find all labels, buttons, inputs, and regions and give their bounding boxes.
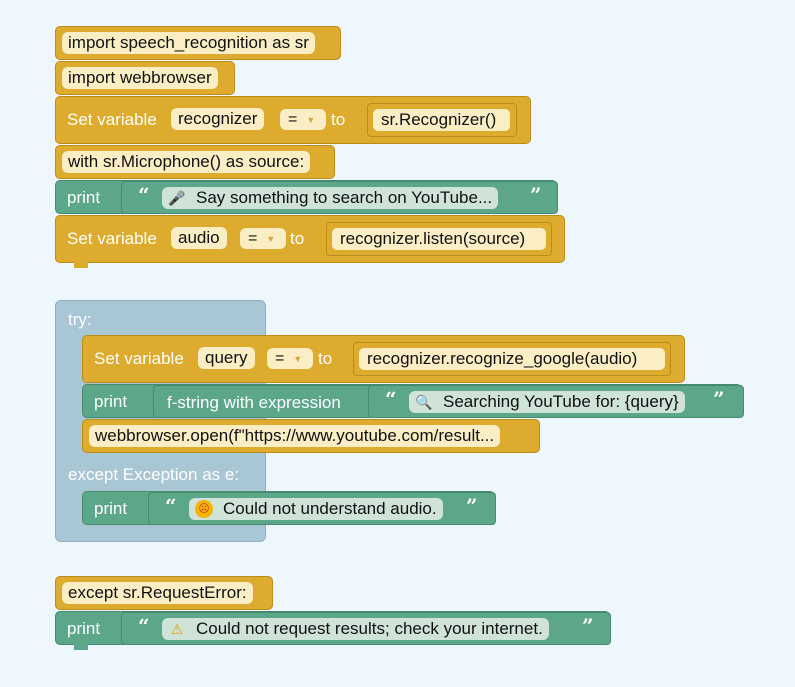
confused-face-icon: ☹ bbox=[195, 500, 213, 518]
recognize-google-call[interactable]: recognizer.recognize_google(audio) bbox=[359, 348, 665, 370]
assign-operator: = bbox=[248, 229, 258, 247]
set-variable-query-block[interactable]: Set variable query = ▼ to recognizer.rec… bbox=[82, 335, 685, 383]
print-label: print bbox=[94, 499, 128, 518]
block-connector-notch bbox=[74, 262, 88, 268]
variable-name-recognizer[interactable]: recognizer bbox=[171, 108, 265, 130]
set-variable-label: Set variable bbox=[67, 110, 157, 129]
assign-operator-dropdown[interactable]: = ▼ bbox=[240, 228, 286, 249]
block-connector-notch bbox=[74, 644, 88, 650]
assign-operator-dropdown[interactable]: = ▼ bbox=[280, 109, 326, 130]
to-label: to bbox=[318, 349, 333, 368]
fstring-slot: f-string with expression “ 🔍 Searching Y… bbox=[153, 385, 744, 418]
close-quote: ” bbox=[713, 387, 725, 411]
value-slot: recognizer.recognize_google(audio) bbox=[353, 342, 671, 376]
searching-text: Searching YouTube for: {query} bbox=[443, 392, 679, 411]
print-request-error-block[interactable]: print “ ⚠ Could not request results; che… bbox=[55, 611, 611, 645]
close-quote: ” bbox=[582, 614, 594, 638]
with-microphone-code: with sr.Microphone() as source: bbox=[62, 151, 311, 173]
string-slot: “ ☹ Could not understand audio. ” bbox=[148, 492, 496, 525]
print-label: print bbox=[67, 619, 101, 638]
print-searching-block[interactable]: print f-string with expression “ 🔍 Searc… bbox=[82, 384, 744, 418]
assign-operator-dropdown[interactable]: = ▼ bbox=[267, 348, 313, 369]
except-exception-label: except Exception as e: bbox=[68, 465, 240, 484]
value-slot: recognizer.listen(source) bbox=[326, 222, 552, 256]
warning-icon: ⚠ bbox=[170, 621, 184, 637]
import-webbrowser-block[interactable]: import webbrowser bbox=[55, 61, 235, 95]
except-request-error-code: except sr.RequestError: bbox=[62, 582, 253, 604]
set-variable-label: Set variable bbox=[67, 229, 157, 248]
microphone-icon: 🎤 bbox=[168, 190, 186, 206]
variable-name-query[interactable]: query bbox=[198, 347, 255, 369]
recognizer-constructor-call[interactable]: sr.Recognizer() bbox=[373, 109, 510, 131]
with-microphone-block[interactable]: with sr.Microphone() as source: bbox=[55, 145, 335, 179]
assign-operator: = bbox=[275, 349, 285, 367]
except-request-error-block[interactable]: except sr.RequestError: bbox=[55, 576, 273, 610]
assign-operator: = bbox=[288, 110, 298, 128]
import-sr-code: import speech_recognition as sr bbox=[62, 32, 315, 54]
import-wb-code: import webbrowser bbox=[62, 67, 218, 89]
open-quote: “ bbox=[138, 183, 150, 207]
try-label: try: bbox=[68, 310, 92, 329]
print-label: print bbox=[94, 392, 128, 411]
import-speech-recognition-block[interactable]: import speech_recognition as sr bbox=[55, 26, 341, 60]
set-variable-recognizer-block[interactable]: Set variable recognizer = ▼ to sr.Recogn… bbox=[55, 96, 531, 144]
to-label: to bbox=[331, 110, 346, 129]
variable-name-audio[interactable]: audio bbox=[171, 227, 227, 249]
set-variable-label: Set variable bbox=[94, 349, 184, 368]
print-label: print bbox=[67, 188, 101, 207]
not-understand-text: Could not understand audio. bbox=[223, 499, 437, 518]
open-quote: “ bbox=[138, 614, 150, 638]
dropdown-caret-icon: ▼ bbox=[266, 233, 276, 244]
webbrowser-open-block[interactable]: webbrowser.open(f"https://www.youtube.co… bbox=[82, 419, 540, 453]
close-quote: ” bbox=[530, 183, 542, 207]
string-slot: “ ⚠ Could not request results; check you… bbox=[121, 612, 611, 645]
fstring-value-slot: “ 🔍 Searching YouTube for: {query} ” bbox=[368, 385, 744, 418]
say-something-string[interactable]: 🎤 Say something to search on YouTube... bbox=[162, 187, 499, 209]
close-quote: ” bbox=[466, 494, 478, 518]
dropdown-caret-icon: ▼ bbox=[293, 353, 303, 364]
print-say-something-block[interactable]: print “ 🎤 Say something to search on You… bbox=[55, 180, 558, 214]
print-not-understand-block[interactable]: print “ ☹ Could not understand audio. ” bbox=[82, 491, 496, 525]
string-slot: “ 🎤 Say something to search on YouTube..… bbox=[121, 181, 558, 214]
say-something-text: Say something to search on YouTube... bbox=[196, 188, 493, 207]
webbrowser-open-code: webbrowser.open(f"https://www.youtube.co… bbox=[89, 425, 501, 447]
searching-string[interactable]: 🔍 Searching YouTube for: {query} bbox=[409, 391, 685, 413]
request-error-string[interactable]: ⚠ Could not request results; check your … bbox=[162, 618, 549, 640]
value-slot: sr.Recognizer() bbox=[367, 103, 517, 137]
to-label: to bbox=[290, 229, 305, 248]
set-variable-audio-block[interactable]: Set variable audio = ▼ to recognizer.lis… bbox=[55, 215, 565, 263]
open-quote: “ bbox=[165, 494, 177, 518]
fstring-label: f-string with expression bbox=[167, 393, 341, 412]
magnifier-icon: 🔍 bbox=[415, 394, 433, 410]
dropdown-caret-icon: ▼ bbox=[306, 114, 316, 125]
listen-call[interactable]: recognizer.listen(source) bbox=[332, 228, 546, 250]
open-quote: “ bbox=[385, 387, 397, 411]
not-understand-string[interactable]: ☹ Could not understand audio. bbox=[189, 498, 443, 520]
request-error-text: Could not request results; check your in… bbox=[196, 619, 543, 638]
